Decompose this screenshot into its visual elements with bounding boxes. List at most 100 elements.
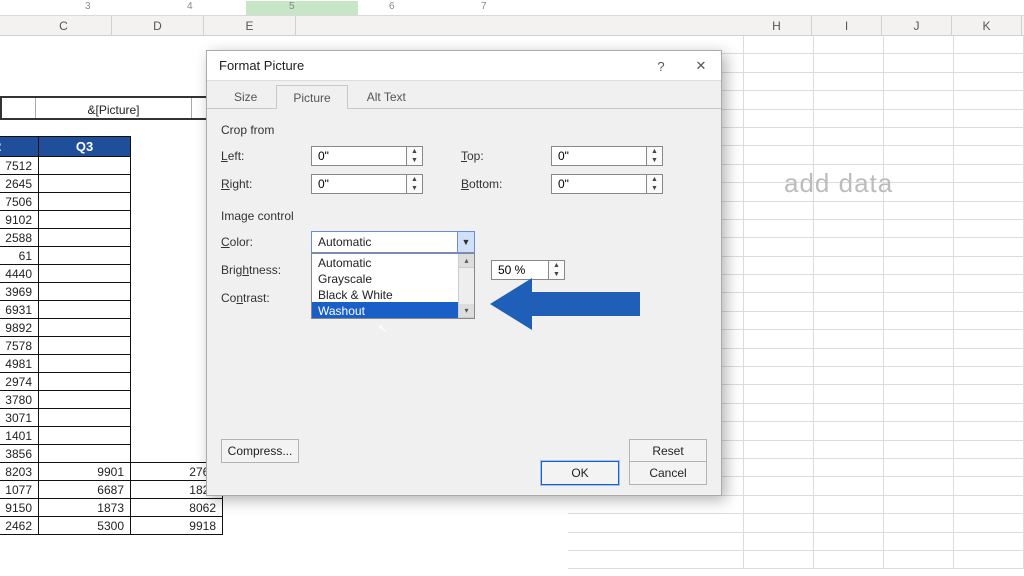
table-cell[interactable]: 9892 (0, 319, 39, 337)
table-cell[interactable]: 2588 (0, 229, 39, 247)
table-cell[interactable]: 5300 (39, 517, 131, 535)
table-cell[interactable]: 2462 (0, 517, 39, 535)
color-option-grayscale[interactable]: Grayscale (312, 270, 474, 286)
colhdr-d[interactable]: D (112, 16, 204, 36)
crop-left-label: Left: (221, 149, 311, 163)
colhdr-k[interactable]: K (952, 16, 1022, 36)
crop-bottom-input[interactable] (551, 174, 647, 194)
crop-top-spinner[interactable]: ▲▼ (647, 146, 663, 166)
table-cell[interactable] (39, 265, 131, 283)
dropdown-scrollbar[interactable]: ▴ ▾ (458, 254, 474, 318)
table-cell[interactable]: 1077 (0, 481, 39, 499)
color-option-washout[interactable]: Washout (312, 302, 474, 318)
scroll-up-icon[interactable]: ▴ (459, 254, 474, 268)
colhdr-h[interactable]: H (742, 16, 812, 36)
table-cell[interactable] (39, 337, 131, 355)
dialog-close-button[interactable]: ✕ (681, 51, 721, 81)
dialog-titlebar[interactable]: Format Picture ? ✕ (207, 51, 721, 81)
table-cell[interactable]: 8203 (0, 463, 39, 481)
crop-left-input[interactable] (311, 146, 407, 166)
crop-from-label: Crop from (221, 123, 707, 137)
format-picture-dialog: Format Picture ? ✕ Size Picture Alt Text… (206, 50, 722, 496)
colhdr-c[interactable]: C (16, 16, 112, 36)
compress-button[interactable]: Compress... (221, 439, 299, 463)
color-dropdown: Automatic Grayscale Black & White Washou… (311, 253, 475, 319)
table-cell[interactable] (39, 283, 131, 301)
crop-right-label: Right: (221, 177, 311, 191)
add-data-placeholder: add data (784, 168, 893, 199)
column-headers: C D E H I J K (0, 16, 1024, 36)
table-cell[interactable] (39, 229, 131, 247)
th-q2[interactable]: Q2 (0, 137, 39, 157)
dialog-title: Format Picture (219, 58, 304, 73)
table-cell[interactable]: 7578 (0, 337, 39, 355)
color-selected: Automatic (318, 235, 371, 249)
table-cell[interactable]: 9918 (131, 517, 223, 535)
crop-top-label: Top: (461, 149, 551, 163)
table-cell[interactable] (39, 211, 131, 229)
crop-right-input[interactable] (311, 174, 407, 194)
table-cell[interactable]: 1401 (0, 427, 39, 445)
ruler-highlight (246, 1, 358, 15)
crop-bottom-label: Bottom: (461, 177, 551, 191)
image-control-label: Image control (221, 209, 707, 223)
th-q3[interactable]: Q3 (39, 137, 131, 157)
dialog-help-button[interactable]: ? (641, 51, 681, 81)
reset-button[interactable]: Reset (629, 439, 707, 463)
table-cell[interactable] (39, 247, 131, 265)
cancel-button[interactable]: Cancel (629, 461, 707, 485)
table-cell[interactable] (39, 301, 131, 319)
color-option-automatic[interactable]: Automatic (312, 254, 474, 270)
tab-size[interactable]: Size (217, 84, 274, 108)
colhdr-e[interactable]: E (204, 16, 296, 36)
table-cell[interactable]: 6687 (39, 481, 131, 499)
table-cell[interactable] (39, 355, 131, 373)
color-combo[interactable]: Automatic ▼ Automatic Grayscale Black & … (311, 231, 475, 253)
tab-alt-text[interactable]: Alt Text (350, 84, 423, 108)
table-cell[interactable]: 3071 (0, 409, 39, 427)
color-option-blackwhite[interactable]: Black & White (312, 286, 474, 302)
header-picture-code: &[Picture] (36, 98, 192, 118)
table-cell[interactable]: 3780 (0, 391, 39, 409)
table-cell[interactable]: 2645 (0, 175, 39, 193)
table-cell[interactable]: 3856 (0, 445, 39, 463)
table-cell[interactable] (39, 373, 131, 391)
table-cell[interactable]: 1873 (39, 499, 131, 517)
annotation-arrow-icon (490, 274, 640, 337)
table-cell[interactable]: 61 (0, 247, 39, 265)
table-cell[interactable] (39, 157, 131, 175)
crop-bottom-spinner[interactable]: ▲▼ (647, 174, 663, 194)
table-cell[interactable]: 4981 (0, 355, 39, 373)
table-cell[interactable] (39, 391, 131, 409)
chevron-down-icon[interactable]: ▼ (457, 231, 475, 253)
table-cell[interactable]: 9102 (0, 211, 39, 229)
crop-top-input[interactable] (551, 146, 647, 166)
table-cell[interactable]: 7512 (0, 157, 39, 175)
table-cell[interactable] (39, 175, 131, 193)
table-cell[interactable]: 6931 (0, 301, 39, 319)
colhdr-i[interactable]: I (812, 16, 882, 36)
table-cell[interactable]: 7506 (0, 193, 39, 211)
mouse-cursor-icon: ↖ (378, 322, 387, 335)
color-label: Color: (221, 235, 311, 249)
table-cell[interactable] (39, 445, 131, 463)
ok-button[interactable]: OK (541, 461, 619, 485)
table-cell[interactable]: 9150 (0, 499, 39, 517)
table-cell[interactable]: 3969 (0, 283, 39, 301)
scroll-down-icon[interactable]: ▾ (459, 304, 474, 318)
colhdr-j[interactable]: J (882, 16, 952, 36)
table-cell[interactable] (39, 427, 131, 445)
table-cell[interactable] (39, 193, 131, 211)
crop-left-spinner[interactable]: ▲▼ (407, 146, 423, 166)
data-table[interactable]: Q2 Q3 7512264575069102258861444039696931… (0, 136, 223, 535)
table-cell[interactable]: 8062 (131, 499, 223, 517)
crop-right-spinner[interactable]: ▲▼ (407, 174, 423, 194)
table-cell[interactable]: 2974 (0, 373, 39, 391)
table-cell[interactable]: 4440 (0, 265, 39, 283)
dialog-tabs: Size Picture Alt Text (207, 81, 721, 109)
table-cell[interactable] (39, 319, 131, 337)
table-cell[interactable] (39, 409, 131, 427)
tab-picture[interactable]: Picture (276, 85, 347, 109)
table-cell[interactable]: 9901 (39, 463, 131, 481)
close-icon: ✕ (696, 58, 707, 74)
